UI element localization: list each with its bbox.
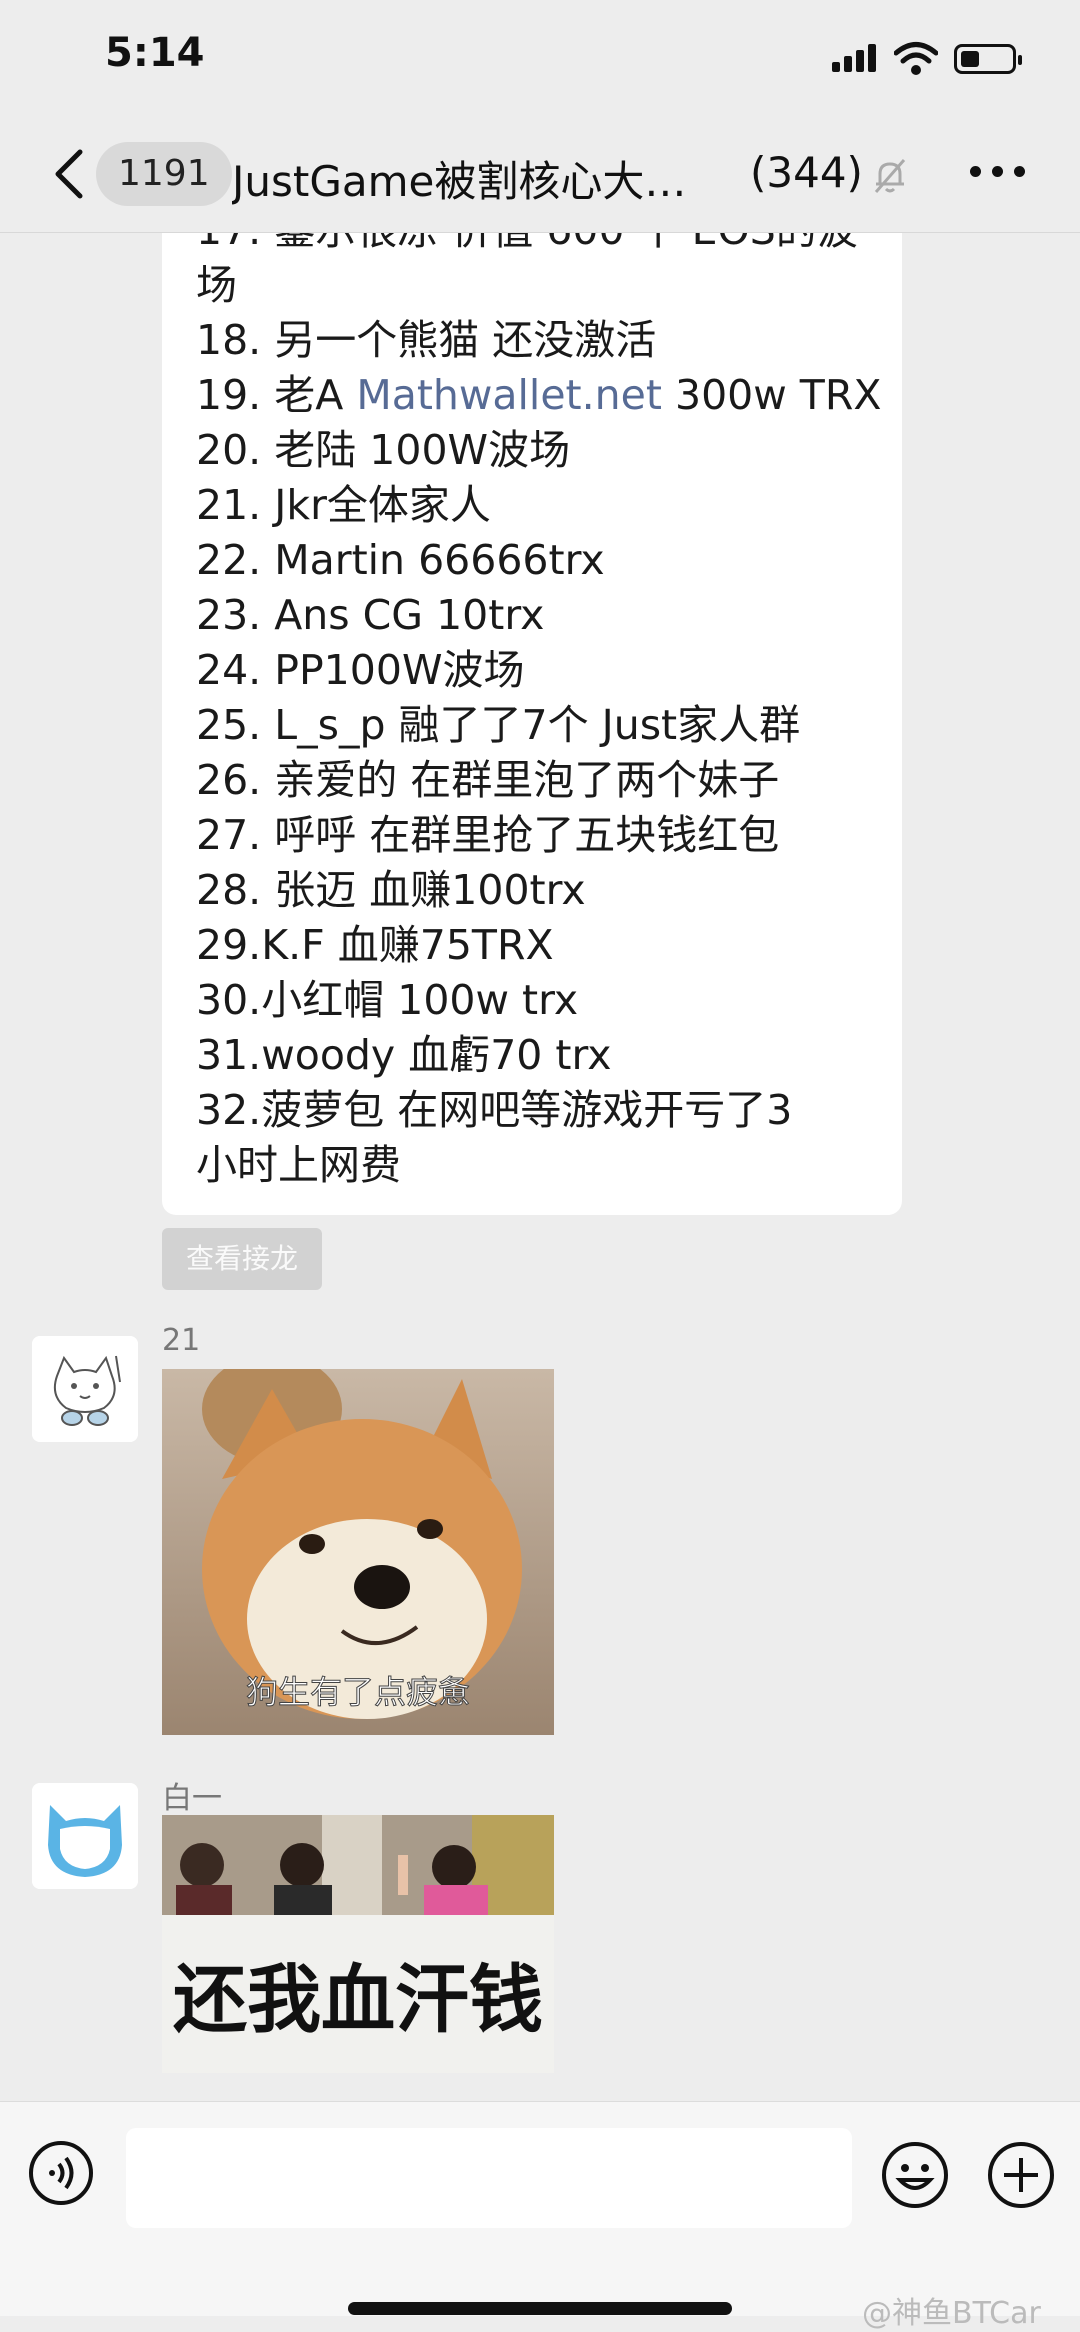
list-line: 30.小红帽 100w trx [196,976,579,1024]
list-line: 24. PP100W波场 [196,646,525,694]
list-line: 20. 老陆 100W波场 [196,426,571,474]
message-list[interactable]: 17. 鏊示很凉 价值 600 十 EOS的波场 18. 另一个熊猫 还没激活 19… [0,233,1080,2101]
voice-input-icon[interactable] [28,2140,94,2206]
photo-caption: 狗生有了点疲惫 [246,1673,470,1711]
list-line: 23. Ans CG 10trx [196,591,545,639]
banner-text: 还我血汗钱 [173,1957,543,2043]
status-time: 5:14 [105,30,205,76]
emoji-icon[interactable] [880,2140,950,2210]
list-line: 小时上网费 [196,1141,401,1189]
sender-name: 白一 [162,1781,222,1816]
list-line: 32.菠萝包 在网吧等游戏开亏了3 [196,1086,793,1134]
list-line: 场 [196,261,237,309]
list-line: 26. 亲爱的 在群里泡了两个妹子 [196,756,780,804]
list-line: 31.woody 血虧70 trx [196,1031,612,1079]
cellular-signal-icon [832,44,878,72]
list-line: 21. Jkr全体家人 [196,481,491,529]
cat-face-avatar-icon [32,1783,138,1889]
avatar[interactable] [32,1783,138,1889]
link-text[interactable]: Mathwallet.net [356,371,662,419]
unread-count-badge[interactable]: 1191 [96,142,232,206]
plus-icon[interactable] [986,2140,1056,2210]
avatar[interactable] [32,1336,138,1442]
list-line: 29.K.F 血赚75TRX [196,921,554,969]
input-bar [0,2101,1080,2316]
message-input[interactable] [126,2128,852,2228]
watermark: @神鱼BTCar [862,2296,1041,2331]
shiba-dog-photo[interactable]: 狗生有了点疲惫 [162,1369,554,1735]
list-line: 27. 呼呼 在群里抢了五块钱红包 [196,811,780,859]
status-bar: 5:14 [0,0,1080,120]
sender-name: 21 [162,1323,201,1358]
list-line: 28. 张迈 血赚100trx [196,866,586,914]
battery-icon [954,44,1022,74]
more-options-icon[interactable] [970,166,1026,186]
view-solitaire-button[interactable]: 查看接龙 [162,1228,322,1290]
solitaire-message-bubble: 17. 鏊示很凉 价值 600 十 EOS的波场 18. 另一个熊猫 还没激活 19… [162,233,902,1215]
member-count: (344) [750,148,863,197]
list-line: 22. Martin 66666trx [196,536,605,584]
list-line: 25. L_s_p 融了了7个 Just家人群 [196,701,801,749]
list-line: 17. 鏊示很凉 价值 600 十 EOS的波 [196,233,868,258]
protest-banner-photo[interactable]: 还我血汗钱 [162,1815,554,2073]
wifi-icon [894,42,938,75]
mute-bell-icon [874,159,906,193]
chat-title: JustGame被割核心大… [232,157,687,206]
chat-header: 1191 JustGame被割核心大… (344) [0,120,1080,233]
back-chevron-icon[interactable] [50,146,90,202]
cat-sketch-avatar-icon [32,1336,138,1442]
list-line: 18. 另一个熊猫 还没激活 [196,316,657,364]
list-line: 19. 老A Mathwallet.net 300w TRX [196,371,882,419]
home-indicator[interactable] [348,2302,732,2315]
